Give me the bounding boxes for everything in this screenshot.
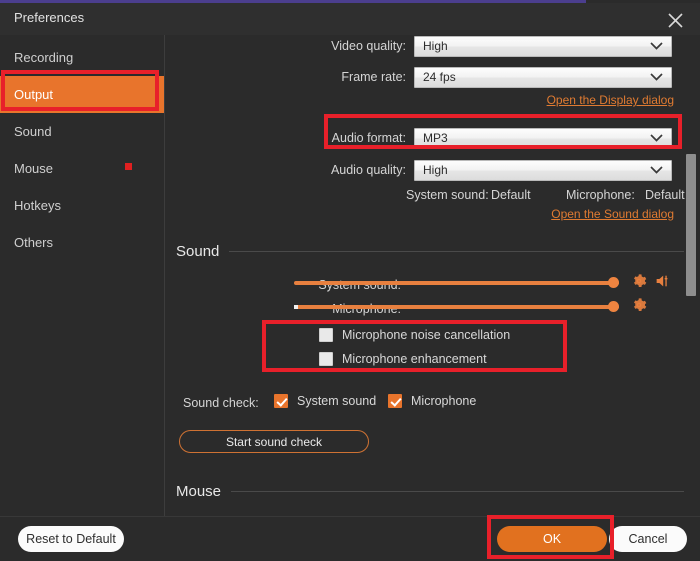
section-divider [231,491,684,492]
checkbox-microphone-noise-cancellation[interactable]: Microphone noise cancellation [319,328,510,342]
microphone-gear-icon[interactable] [631,297,647,313]
microphone-slider[interactable] [294,300,619,314]
video-quality-label: Video quality: [166,39,406,53]
sidebar-item-output[interactable]: Output [0,76,164,113]
system-sound-device-value: Default [491,188,531,202]
checkbox-label: System sound [297,394,376,408]
sidebar-item-hotkeys[interactable]: Hotkeys [0,187,164,224]
checkbox-box[interactable] [319,328,333,342]
chevron-down-icon [650,39,663,53]
frame-rate-value: 24 fps [423,70,456,84]
notification-badge [125,163,132,170]
chevron-down-icon [650,131,663,145]
checkbox-box[interactable] [319,352,333,366]
slider-thumb[interactable] [608,277,619,288]
sound-check-label: Sound check: [183,396,259,410]
checkbox-label: Microphone noise cancellation [342,328,510,342]
slider-start-marker [294,305,298,309]
speaker-icon[interactable] [655,273,673,289]
sidebar-item-others[interactable]: Others [0,224,164,261]
mouse-section-title: Mouse [176,483,231,500]
audio-format-select[interactable]: MP3 [414,128,672,149]
frame-rate-label: Frame rate: [166,70,406,84]
slider-thumb[interactable] [608,301,619,312]
video-quality-select[interactable]: High [414,36,672,57]
microphone-device-value: Default [645,188,685,202]
checkbox-label: Microphone enhancement [342,352,487,366]
sidebar-item-label: Others [14,235,53,250]
audio-format-label: Audio format: [166,131,406,145]
audio-quality-select[interactable]: High [414,160,672,181]
sidebar-item-mouse[interactable]: Mouse [0,150,164,187]
checkbox-label: Microphone [411,394,476,408]
reset-to-default-button[interactable]: Reset to Default [18,526,124,552]
sound-section-title: Sound [176,243,229,260]
ok-button[interactable]: OK [497,526,607,552]
frame-rate-row: Frame rate: 24 fps [166,66,686,88]
open-display-dialog-link[interactable]: Open the Display dialog [547,93,674,107]
chevron-down-icon [650,70,663,84]
audio-quality-label: Audio quality: [166,163,406,177]
checkbox-box[interactable] [388,394,402,408]
title-bar: Preferences [0,3,700,35]
audio-format-value: MP3 [423,131,448,145]
start-sound-check-button[interactable]: Start sound check [179,430,369,453]
section-divider [229,251,684,252]
sidebar-item-sound[interactable]: Sound [0,113,164,150]
video-quality-row: Video quality: High [166,35,686,57]
frame-rate-select[interactable]: 24 fps [414,67,672,88]
mouse-section-header: Mouse [176,483,684,500]
sidebar-item-recording[interactable]: Recording [0,39,164,76]
chevron-down-icon [650,163,663,177]
page-title: Preferences [14,10,84,25]
slider-track [294,281,619,285]
slider-track [294,305,619,309]
dialog-footer: Reset to Default OK Cancel [0,516,700,561]
checkbox-sound-check-system-sound[interactable]: System sound [274,394,376,408]
sidebar-item-label: Output [14,87,53,102]
sidebar-item-label: Mouse [14,161,53,176]
checkbox-sound-check-microphone[interactable]: Microphone [388,394,476,408]
system-sound-gear-icon[interactable] [631,273,647,289]
audio-quality-row: Audio quality: High [166,159,686,181]
window-accent-bar [0,0,586,3]
sidebar-item-label: Hotkeys [14,198,61,213]
settings-panel: Video quality: High Frame rate: 24 fps O… [166,35,700,516]
scrollbar-thumb[interactable] [686,154,696,296]
system-sound-device-label: System sound: [406,188,489,202]
audio-quality-value: High [423,163,448,177]
close-icon[interactable] [658,5,692,35]
video-quality-value: High [423,39,448,53]
sidebar-item-label: Recording [14,50,73,65]
system-sound-slider[interactable] [294,276,619,290]
sidebar: Recording Output Sound Mouse Hotkeys Oth… [0,35,165,516]
open-sound-dialog-link[interactable]: Open the Sound dialog [551,207,674,221]
checkbox-box[interactable] [274,394,288,408]
audio-format-row: Audio format: MP3 [166,127,686,149]
checkbox-microphone-enhancement[interactable]: Microphone enhancement [319,352,487,366]
sidebar-item-label: Sound [14,124,52,139]
sound-section-header: Sound [176,243,684,260]
cancel-button[interactable]: Cancel [609,526,687,552]
microphone-device-label: Microphone: [566,188,635,202]
